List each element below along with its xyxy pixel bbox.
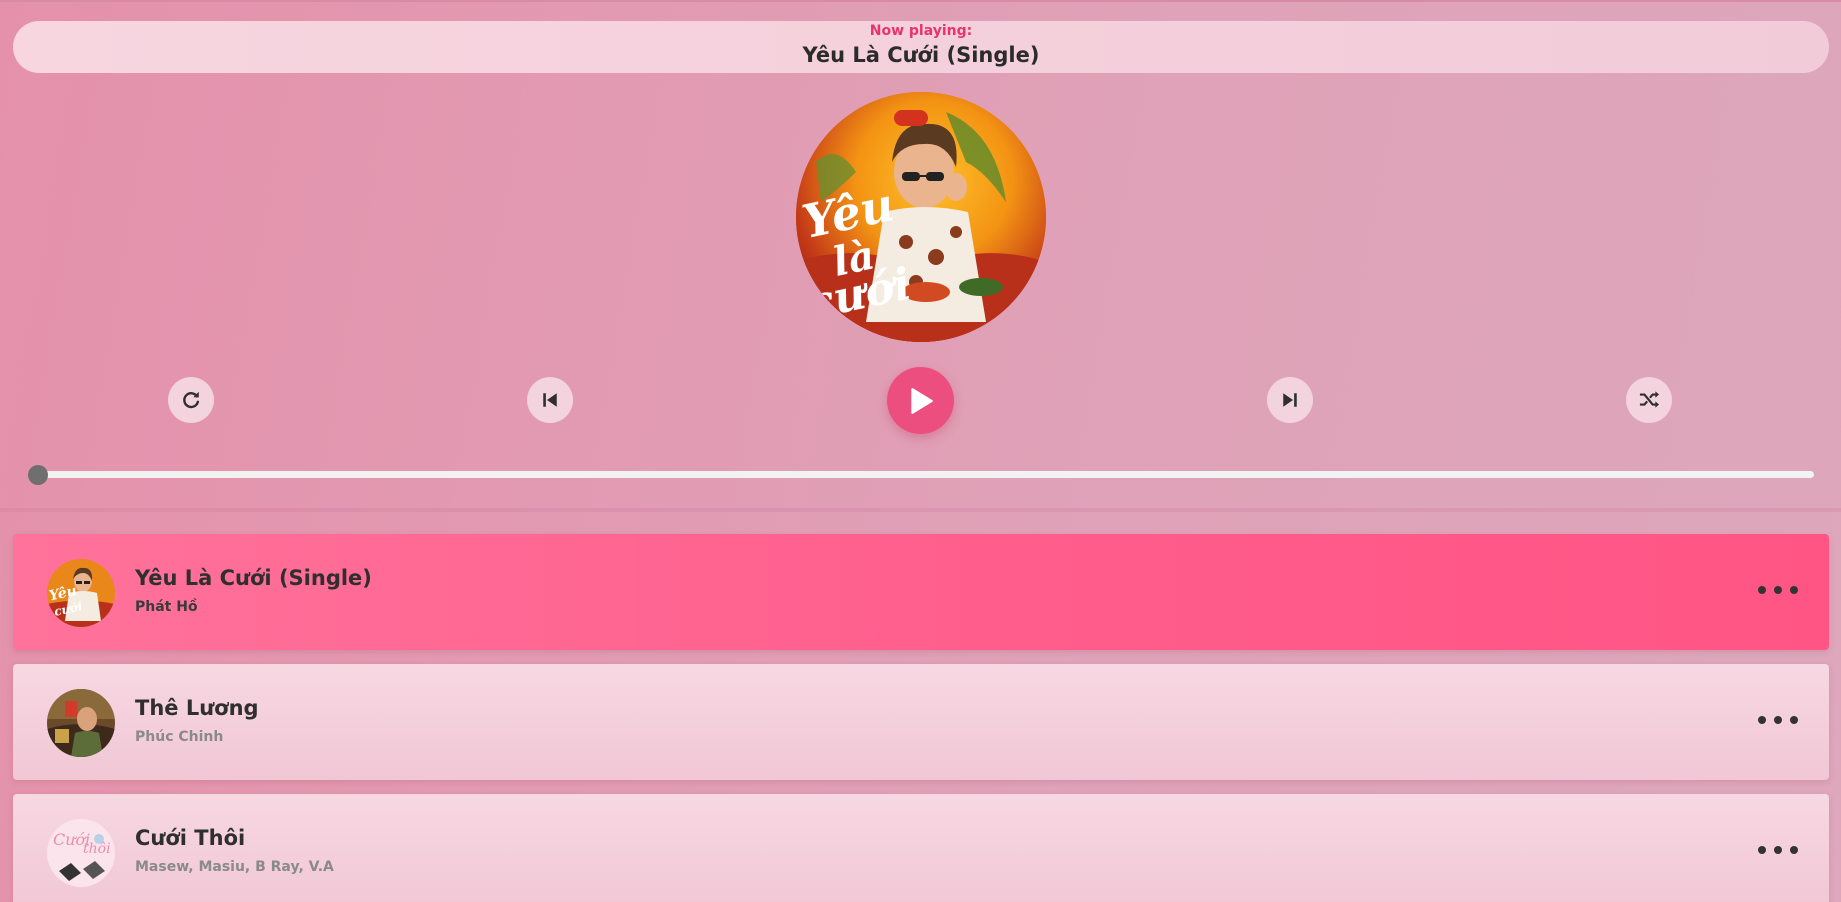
dot xyxy=(1774,716,1782,724)
skip-previous-icon xyxy=(543,393,557,407)
song-artist: Phát Hồ xyxy=(135,599,198,615)
song-thumbnail: Yêu cưới xyxy=(47,559,115,627)
dot xyxy=(1758,716,1766,724)
player-dashboard: Now playing: Yêu Là Cưới (Single) Yêu là… xyxy=(0,0,1841,510)
dot xyxy=(1790,846,1798,854)
now-playing-title: Yêu Là Cưới (Single) xyxy=(802,43,1040,67)
now-playing-label: Now playing: xyxy=(869,23,973,39)
more-options-icon[interactable] xyxy=(1758,578,1798,602)
playlist-item[interactable]: Thê Lương Phúc Chinh xyxy=(13,664,1829,780)
shuffle-button[interactable] xyxy=(1626,377,1672,423)
song-title: Thê Lương xyxy=(135,696,259,720)
shuffle-icon xyxy=(1639,391,1659,408)
dot xyxy=(1758,846,1766,854)
repeat-button[interactable] xyxy=(168,377,214,423)
skip-next-icon xyxy=(1283,393,1297,407)
dot xyxy=(1790,586,1798,594)
song-artist: Masew, Masiu, B Ray, V.A xyxy=(135,859,334,875)
progress-bar[interactable] xyxy=(34,471,1814,478)
previous-button[interactable] xyxy=(527,377,573,423)
song-title: Cưới Thôi xyxy=(135,826,246,850)
album-thumbnail-icon xyxy=(47,689,115,757)
album-cover-art-icon: Yêu là cưới xyxy=(796,92,1046,342)
now-playing-header: Now playing: Yêu Là Cưới (Single) xyxy=(13,21,1829,73)
dot xyxy=(1774,846,1782,854)
play-button[interactable] xyxy=(887,367,954,434)
playlist-item-active[interactable]: Yêu cưới Yêu Là Cưới (Single) Phát Hồ xyxy=(13,534,1829,650)
play-icon xyxy=(910,387,933,414)
song-title: Yêu Là Cưới (Single) xyxy=(135,566,372,590)
next-button[interactable] xyxy=(1267,377,1313,423)
album-thumbnail-icon: Yêu cưới xyxy=(47,559,115,627)
song-artist: Phúc Chinh xyxy=(135,729,224,745)
album-cover: Yêu là cưới xyxy=(796,92,1046,342)
progress-handle[interactable] xyxy=(28,465,48,485)
player-divider xyxy=(0,508,1841,512)
dot xyxy=(1790,716,1798,724)
playlist-item[interactable]: Cưới thôi Cưới Thôi Masew, Masiu, B Ray,… xyxy=(13,794,1829,902)
repeat-icon xyxy=(183,391,200,409)
more-options-icon[interactable] xyxy=(1758,838,1798,862)
more-options-icon[interactable] xyxy=(1758,708,1798,732)
song-thumbnail xyxy=(47,689,115,757)
album-thumbnail-icon: Cưới thôi xyxy=(47,819,115,887)
dot xyxy=(1774,586,1782,594)
song-thumbnail: Cưới thôi xyxy=(47,819,115,887)
dot xyxy=(1758,586,1766,594)
